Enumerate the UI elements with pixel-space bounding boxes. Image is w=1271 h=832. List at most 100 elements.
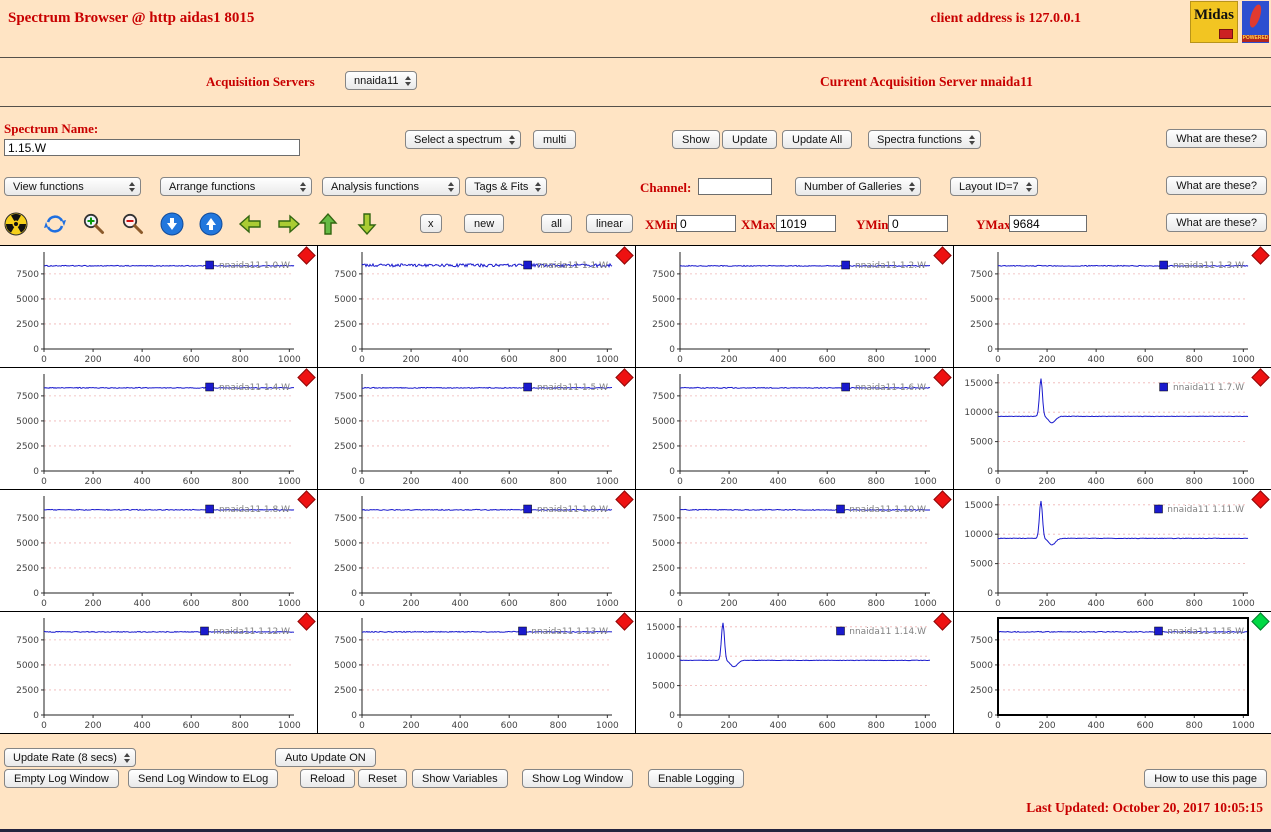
pan-left-icon[interactable] [238,212,262,236]
svg-text:2500: 2500 [970,320,993,330]
svg-text:2500: 2500 [334,320,357,330]
tcl-powered-logo[interactable]: POWERED [1242,1,1269,43]
spectrum-name-input[interactable] [4,139,300,156]
acquisition-server-select[interactable]: nnaida11 [345,71,418,90]
spectrum-chart-svg: 0 2500 5000 7500 0 200 400 600 800 1000 nnaida11 1… [334,496,619,609]
reset-button[interactable]: Reset [358,769,407,788]
send-log-to-elog-button[interactable]: Send Log Window to ELog [128,769,279,788]
layout-id-select[interactable]: Layout ID=7 [950,177,1038,196]
xmax-input[interactable] [776,215,836,232]
ymin-input[interactable] [888,215,948,232]
svg-text:0: 0 [41,599,47,609]
svg-text:800: 800 [868,721,885,731]
select-stepper-icon [448,181,454,192]
spectrum-panel-10[interactable]: 0 2500 5000 7500 0 200 400 600 800 1000 nnaida11 1… [636,490,953,611]
channel-input[interactable] [698,178,772,195]
spectrum-chart-svg: 0 2500 5000 7500 0 200 400 600 800 1000 nnaida11 1… [16,252,301,365]
all-button[interactable]: all [541,214,573,233]
svg-text:10000: 10000 [646,652,675,662]
empty-log-window-button[interactable]: Empty Log Window [4,769,119,788]
spectrum-panel-1[interactable]: 0 2500 5000 7500 0 200 400 600 800 1000 nnaida11 1… [318,246,635,367]
spectrum-panel-12[interactable]: 0 2500 5000 7500 0 200 400 600 800 1000 nnaida11 1… [0,612,317,733]
svg-text:0: 0 [351,345,357,355]
spectrum-chart-svg: 0 2500 5000 7500 0 200 400 600 800 1000 nnaida11 1… [652,496,937,609]
pan-down-icon[interactable] [355,212,379,236]
svg-text:0: 0 [669,467,675,477]
spectrum-panel-4[interactable]: 0 2500 5000 7500 0 200 400 600 800 1000 nnaida11 1… [0,368,317,489]
multi-button[interactable]: multi [533,130,577,149]
pan-up-icon[interactable] [316,212,340,236]
update-rate-select[interactable]: Update Rate (8 secs) [4,748,136,767]
xmin-input[interactable] [676,215,736,232]
new-button[interactable]: new [464,214,505,233]
analysis-functions-select[interactable]: Analysis functions [322,177,460,196]
svg-text:7500: 7500 [334,636,357,646]
spectrum-panel-15[interactable]: 0 2500 5000 7500 0 200 400 600 800 1000 nnaida11 1… [954,612,1271,733]
arrow-down-circle-icon[interactable] [160,212,184,236]
spectrum-panel-13[interactable]: 0 2500 5000 7500 0 200 400 600 800 1000 nnaida11 1… [318,612,635,733]
spectrum-panel-14[interactable]: 0 5000 10000 15000 0 200 400 600 800 1000 nnaida11… [636,612,953,733]
spectrum-panel-5[interactable]: 0 2500 5000 7500 0 200 400 600 800 1000 nnaida11 1… [318,368,635,489]
layout-id-value: Layout ID=7 [959,180,1019,193]
enable-logging-button[interactable]: Enable Logging [648,769,745,788]
pan-right-icon[interactable] [277,212,301,236]
what-are-these-button[interactable]: What are these? [1166,213,1267,232]
spectrum-panel-3[interactable]: 0 2500 5000 7500 0 200 400 600 800 1000 nnaida11 1… [954,246,1271,367]
channel-label: Channel: [640,180,692,195]
view-functions-select[interactable]: View functions [4,177,141,196]
svg-text:0: 0 [669,711,675,721]
page-title: Spectrum Browser @ http aidas1 8015 [8,10,255,26]
spectrum-chart-svg: 0 2500 5000 7500 0 200 400 600 800 1000 nnaida11 1… [334,618,619,731]
svg-text:600: 600 [819,599,836,609]
arrange-functions-select[interactable]: Arrange functions [160,177,312,196]
spectrum-chart-svg: 0 2500 5000 7500 0 200 400 600 800 1000 nnaida11 1… [16,618,301,731]
arrow-up-circle-icon[interactable] [199,212,223,236]
auto-update-button[interactable]: Auto Update ON [275,748,376,767]
acquisition-server-select-value: nnaida11 [354,74,399,87]
update-all-button[interactable]: Update All [782,130,853,149]
spectra-grid: 0 2500 5000 7500 0 200 400 600 800 1000 nnaida11 1… [0,245,1271,734]
svg-text:7500: 7500 [334,514,357,524]
spectra-functions-select[interactable]: Spectra functions [868,130,981,149]
spectrum-chart-svg: 0 5000 10000 15000 0 200 400 600 800 1000 nnaida11… [964,374,1255,487]
acquisition-row: Acquisition Servers nnaida11 Current Acq… [0,58,1271,107]
show-button[interactable]: Show [672,130,720,149]
linear-button[interactable]: linear [586,214,633,233]
svg-text:800: 800 [550,599,567,609]
ymax-input[interactable] [1009,215,1087,232]
show-log-window-button[interactable]: Show Log Window [522,769,634,788]
update-button[interactable]: Update [722,130,778,149]
spectrum-panel-2[interactable]: 0 2500 5000 7500 0 200 400 600 800 1000 nnaida11 1… [636,246,953,367]
toolbar-row: x new all linear XMin XMax YMin YMax Wha… [0,205,1271,245]
svg-text:7500: 7500 [334,270,357,280]
zoom-in-icon[interactable] [82,212,106,236]
spectrum-panel-9[interactable]: 0 2500 5000 7500 0 200 400 600 800 1000 nnaida11 1… [318,490,635,611]
svg-text:2500: 2500 [16,686,39,696]
how-to-use-button[interactable]: How to use this page [1144,769,1267,788]
reload-button[interactable]: Reload [300,769,355,788]
refresh-icon[interactable] [43,212,67,236]
tags-fits-select[interactable]: Tags & Fits [465,177,548,196]
svg-text:200: 200 [84,355,101,365]
show-variables-button[interactable]: Show Variables [412,769,508,788]
what-are-these-button[interactable]: What are these? [1166,129,1267,148]
svg-text:0: 0 [359,355,365,365]
select-stepper-icon [405,75,412,86]
footer: Update Rate (8 secs) Auto Update ON Empt… [0,734,1271,832]
spectrum-panel-6[interactable]: 0 2500 5000 7500 0 200 400 600 800 1000 nnaida11 1… [636,368,953,489]
svg-text:7500: 7500 [16,514,39,524]
spectrum-panel-7[interactable]: 0 5000 10000 15000 0 200 400 600 800 1000 nnaida11… [954,368,1271,489]
radiation-icon[interactable] [4,212,28,236]
midas-logo[interactable]: Midas [1190,1,1238,43]
spectrum-panel-11[interactable]: 0 5000 10000 15000 0 200 400 600 800 1000 nnaida11… [954,490,1271,611]
what-are-these-button[interactable]: What are these? [1166,176,1267,195]
spectrum-panel-0[interactable]: 0 2500 5000 7500 0 200 400 600 800 1000 nnaida11 1… [0,246,317,367]
zoom-out-icon[interactable] [121,212,145,236]
current-acquisition-server-text: Current Acquisition Server nnaida11 [820,74,1033,89]
select-spectrum-select[interactable]: Select a spectrum [405,130,522,149]
x-button[interactable]: x [420,214,442,233]
select-stepper-icon [969,134,975,145]
number-of-galleries-select[interactable]: Number of Galleries [795,177,921,196]
spectrum-panel-8[interactable]: 0 2500 5000 7500 0 200 400 600 800 1000 nnaida11 1… [0,490,317,611]
svg-text:800: 800 [868,477,885,487]
